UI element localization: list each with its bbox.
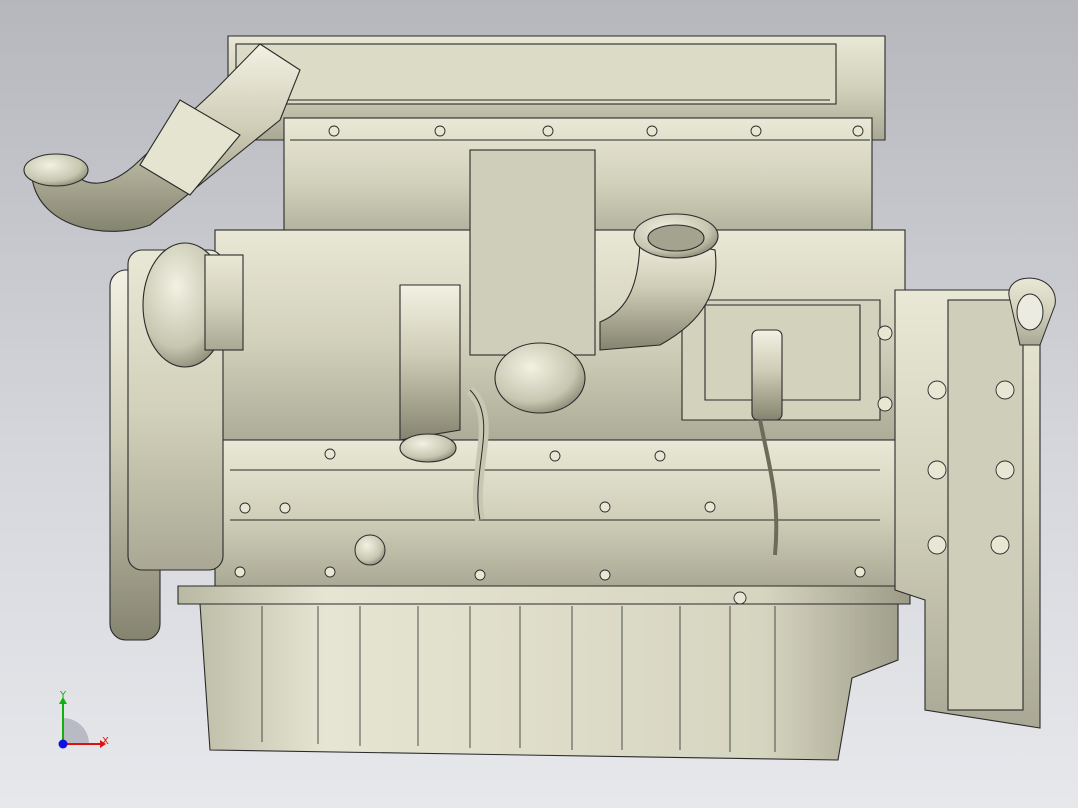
x-axis-label: X	[102, 736, 109, 747]
y-axis-label: Y	[59, 690, 67, 701]
engine-3d-model[interactable]	[0, 0, 1078, 808]
cad-viewport[interactable]: X Y	[0, 0, 1078, 808]
triad-quadrant	[63, 718, 89, 744]
oil-fill-cap	[354, 534, 386, 566]
z-axis-dot	[58, 739, 68, 749]
axis-triad: X Y	[58, 690, 109, 749]
alternator	[142, 242, 244, 368]
intake-elbow-pipe	[23, 43, 301, 232]
